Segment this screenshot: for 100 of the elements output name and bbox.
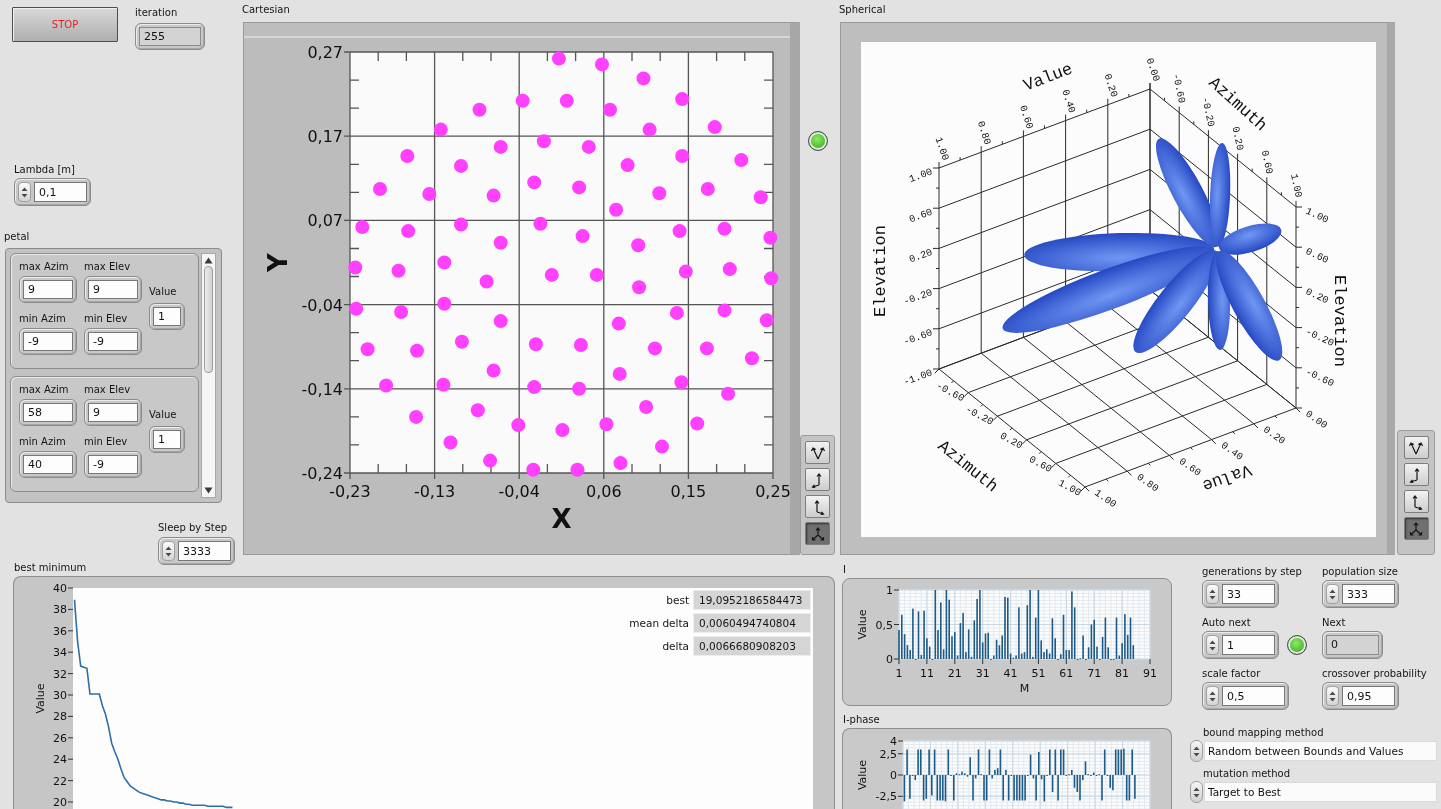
number-field[interactable]: 9: [88, 280, 138, 299]
axis-tick-label: 0.40: [1218, 440, 1245, 463]
dropdown-field[interactable]: Random between Bounds and Values: [1204, 741, 1437, 761]
increment-decrement-button[interactable]: [1206, 584, 1219, 604]
ring-arrows-button[interactable]: [1190, 740, 1203, 762]
increment-decrement-button[interactable]: [1326, 584, 1339, 604]
number-field[interactable]: 33: [1222, 584, 1275, 604]
view-button[interactable]: [1403, 463, 1429, 486]
axis-tick-label: 0.80: [974, 119, 993, 147]
axis-tick-label: 1: [895, 667, 903, 680]
number-field[interactable]: -9: [88, 332, 138, 351]
graph-title: best minimum: [14, 561, 88, 574]
increment-decrement-button[interactable]: [1206, 635, 1219, 655]
view-button[interactable]: [1403, 517, 1429, 540]
up-down-arrows-icon: [1193, 785, 1200, 799]
up-down-arrows-icon: [1209, 689, 1216, 703]
number-field[interactable]: 0,1: [34, 182, 87, 202]
up-down-arrows-icon: [1193, 744, 1200, 758]
field-label: Auto next: [1202, 616, 1251, 629]
number-field[interactable]: -9: [88, 455, 138, 474]
value-display: 0: [1326, 635, 1379, 655]
axis-tick-label: 0.60: [1027, 454, 1054, 476]
axis-tick-label: 61: [1059, 667, 1074, 680]
value-display: 0,0066680908203: [693, 636, 811, 656]
field-label: Value: [149, 408, 177, 421]
axis-tick-label: 1.00: [1092, 487, 1119, 511]
axis-tick-label: -0.20: [902, 287, 935, 308]
field-label: generations by step: [1202, 565, 1302, 578]
axis-tick-label: 71: [1087, 667, 1102, 680]
number-field[interactable]: 1: [153, 307, 181, 326]
number-field[interactable]: 333: [1342, 584, 1395, 604]
number-field[interactable]: 9: [23, 280, 73, 299]
axis-tick-label: 0,15: [670, 482, 707, 501]
axis-tick-label: 30: [53, 689, 67, 702]
axis-tick-label: 31: [975, 667, 990, 680]
value-display: 19,0952186584473: [693, 590, 811, 610]
scroll-up-arrow-icon[interactable]: [204, 257, 213, 264]
field-label: mean delta: [629, 616, 689, 630]
up-down-arrows-icon: [165, 544, 172, 558]
graph-title: Cartesian: [242, 3, 291, 16]
axis-tick-label: 0.60: [1258, 149, 1275, 175]
axis-tick-label: -2,5: [875, 790, 897, 804]
axis-tick-label: 40: [53, 582, 67, 595]
field-label: best: [666, 593, 689, 607]
field-label: max Elev: [84, 260, 131, 273]
scrollbar-thumb[interactable]: [204, 266, 213, 373]
view-button[interactable]: [1403, 436, 1429, 459]
axis-tick-label: 0: [890, 769, 897, 782]
scroll-down-arrow-icon[interactable]: [204, 487, 213, 494]
axis-title: Value: [34, 683, 47, 714]
axis-tick-label: 0,27: [307, 43, 343, 62]
scrollbar[interactable]: [201, 253, 216, 498]
axis-tick-label: 1.00: [1288, 172, 1304, 199]
axis-tick-label: -0.60: [1303, 366, 1336, 390]
field-label: population size: [1322, 565, 1398, 578]
number-field[interactable]: 9: [88, 403, 138, 422]
axis-tick-label: 0,25: [755, 482, 790, 501]
axis-tick-label: 21: [947, 667, 962, 680]
increment-decrement-button[interactable]: [1206, 686, 1219, 706]
field-label: min Azim: [19, 312, 66, 325]
up-down-arrows-icon: [21, 185, 28, 199]
view-button[interactable]: [805, 441, 830, 464]
axis-tick-label: 81: [1115, 667, 1130, 680]
number-field[interactable]: 1: [1222, 635, 1275, 655]
value-display: 255: [139, 27, 201, 46]
increment-decrement-button[interactable]: [1326, 686, 1339, 706]
axis-tick-label: 0.20: [998, 430, 1025, 452]
axis-tick-label: 38: [53, 603, 67, 617]
axis-tick-label: 20: [53, 796, 67, 809]
number-field[interactable]: 3333: [178, 541, 231, 561]
field-label: max Azim: [19, 260, 69, 273]
view-button[interactable]: [1403, 490, 1429, 513]
field-label: Value: [149, 285, 177, 298]
axis-tick-label: 26: [53, 731, 67, 745]
number-field[interactable]: 0,5: [1222, 686, 1285, 706]
number-field[interactable]: -9: [23, 332, 73, 351]
number-field[interactable]: 58: [23, 403, 73, 422]
field-label: delta: [662, 639, 689, 653]
axis-tick-label: -0,04: [498, 482, 540, 501]
increment-decrement-button[interactable]: [162, 541, 175, 561]
field-label: Lambda [m]: [14, 163, 75, 176]
ring-arrows-button[interactable]: [1190, 781, 1203, 803]
axis-tick-label: 1.00: [1303, 205, 1331, 226]
axis-tick-label: -0.60: [1170, 72, 1188, 105]
increment-decrement-button[interactable]: [18, 182, 31, 202]
axis-tick-label: 0.00: [1143, 56, 1162, 83]
number-field[interactable]: 0,95: [1342, 686, 1395, 706]
axis-tick-label: 11: [919, 667, 934, 680]
axis-tick-label: 2,5: [879, 747, 897, 761]
number-field[interactable]: 40: [23, 455, 73, 474]
number-field[interactable]: 1: [153, 430, 181, 449]
axis-tick-label: 34: [53, 646, 67, 660]
axis-tick-label: -0,14: [301, 379, 343, 399]
dropdown-field[interactable]: Target to Best: [1204, 782, 1437, 802]
up-down-arrows-icon: [1209, 638, 1216, 652]
view-button[interactable]: [805, 468, 830, 491]
view-button[interactable]: [805, 495, 830, 518]
axis-title: Y: [263, 253, 293, 272]
field-label: min Azim: [19, 435, 66, 448]
axis-tick-label: 0.00: [1303, 408, 1330, 432]
